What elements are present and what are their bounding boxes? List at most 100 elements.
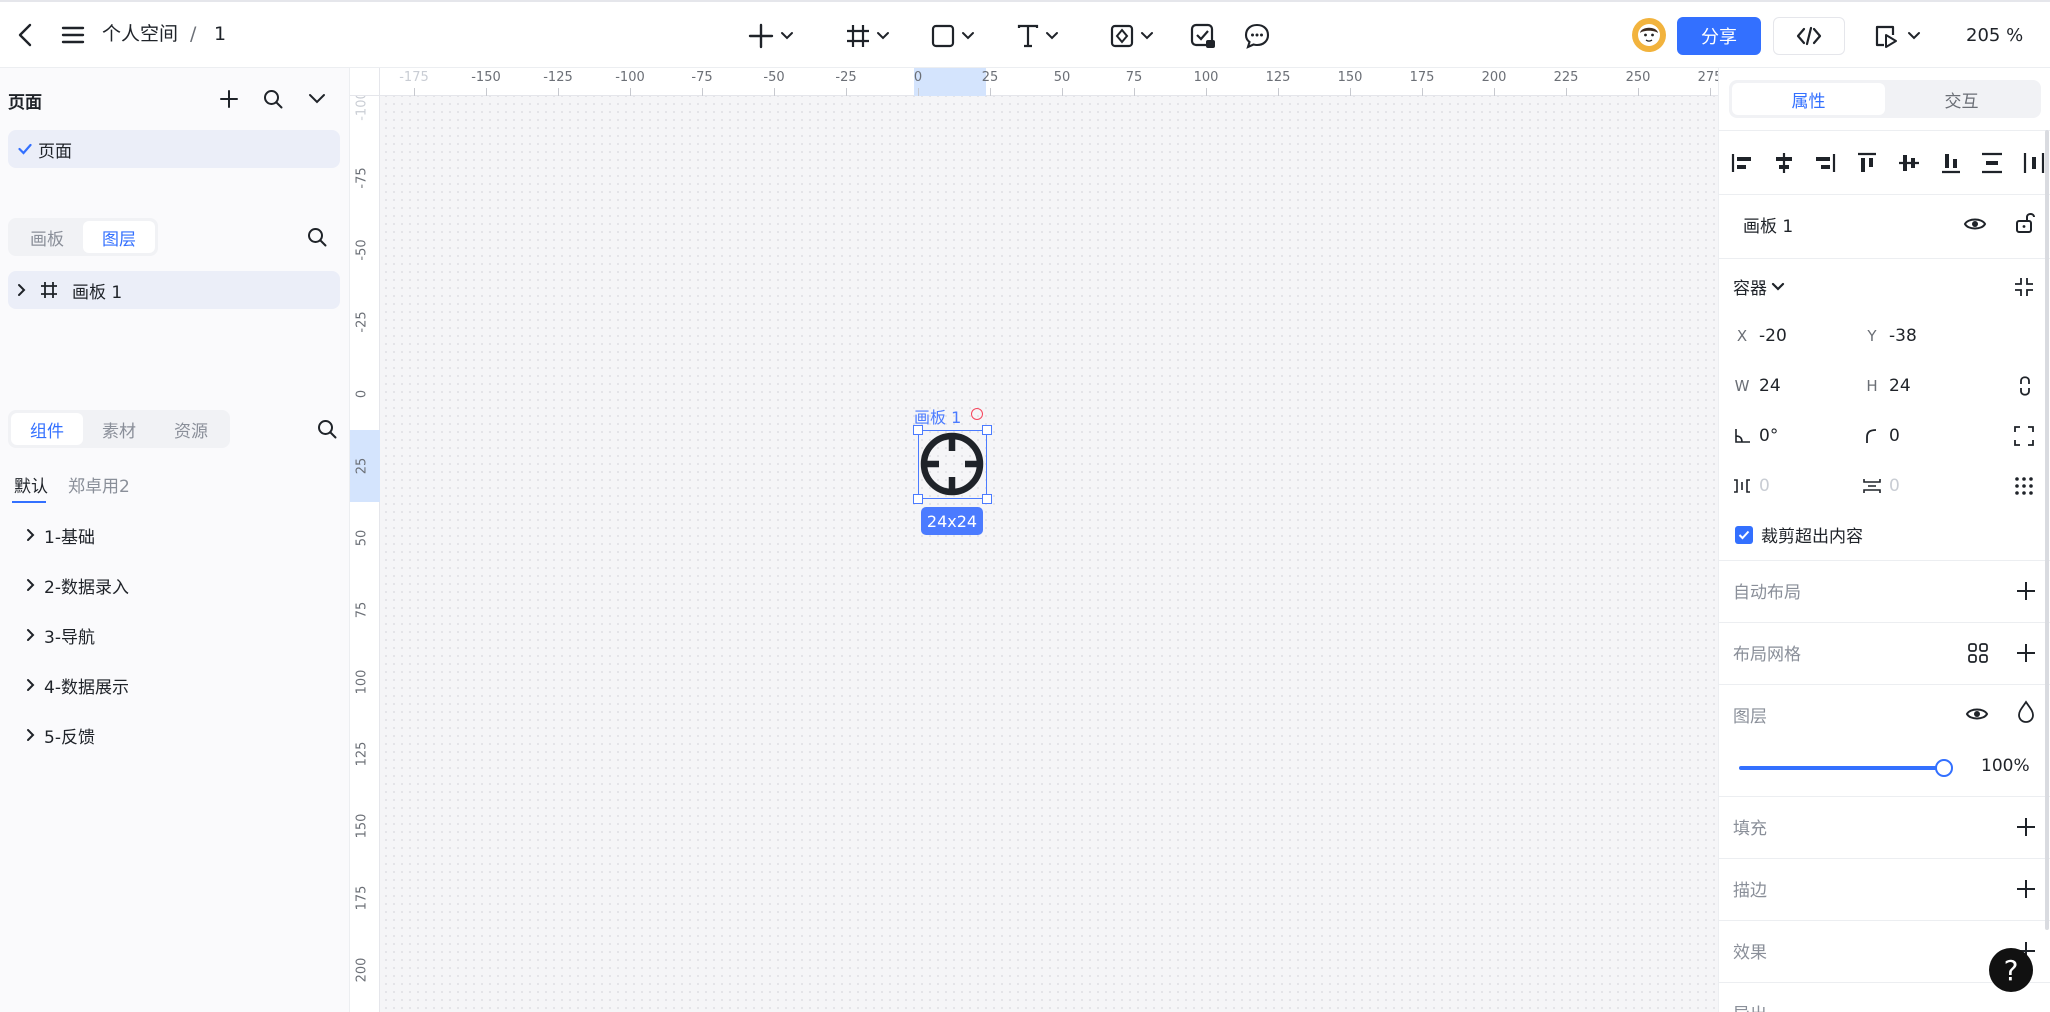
layer-row[interactable]: 画板 1	[8, 271, 340, 309]
align-center-h-icon[interactable]	[1771, 150, 1797, 176]
breadcrumb-file[interactable]: 1	[214, 20, 226, 48]
divider	[1719, 684, 2050, 685]
gap-horizontal-field[interactable]: 0	[1731, 468, 1851, 504]
add-stroke-icon[interactable]	[2015, 878, 2037, 900]
add-auto-layout-icon[interactable]	[2015, 580, 2037, 602]
grid-dots-icon[interactable]	[2013, 475, 2035, 497]
menu-icon[interactable]	[58, 20, 88, 50]
breadcrumb-space[interactable]: 个人空间	[102, 20, 178, 48]
text-tool[interactable]	[1010, 19, 1066, 53]
ruler-x-label: -50	[763, 70, 785, 85]
y-field[interactable]: Y -38	[1861, 318, 1981, 354]
ruler-x-tick	[918, 88, 919, 96]
collapse-icon[interactable]	[2013, 276, 2035, 298]
auto-layout-label: 自动布局	[1733, 583, 1801, 603]
visibility-icon[interactable]	[1965, 702, 1989, 726]
tab-interaction[interactable]: 交互	[1885, 83, 2038, 115]
align-bottom-icon[interactable]	[1938, 150, 1964, 176]
resize-handle[interactable]	[913, 494, 923, 504]
opacity-slider[interactable]	[1739, 759, 1953, 777]
gap-vertical-icon	[1863, 479, 1881, 493]
opacity-slider-thumb[interactable]	[1935, 759, 1953, 777]
ruler-y-label: -25	[354, 311, 370, 333]
tab-resources[interactable]: 资源	[155, 413, 227, 445]
tab-components[interactable]: 组件	[11, 413, 83, 445]
divider	[1719, 796, 2050, 797]
distribute-horizontal-icon[interactable]	[2021, 150, 2047, 176]
component-tool[interactable]	[1104, 19, 1160, 53]
rotation-icon	[1735, 429, 1750, 443]
ruler-x-label: 100	[1193, 70, 1219, 85]
share-button[interactable]: 分享	[1677, 17, 1761, 55]
distribute-vertical-icon[interactable]	[1979, 150, 2005, 176]
artboard-selection[interactable]	[913, 425, 992, 504]
x-field[interactable]: X -20	[1731, 318, 1851, 354]
avatar[interactable]	[1632, 18, 1666, 52]
ruler-y-label: 50	[354, 529, 370, 547]
ruler-x-label: 250	[1625, 70, 1651, 85]
ruler-x-tick	[1494, 88, 1495, 96]
resize-handle[interactable]	[913, 425, 923, 435]
align-right-icon[interactable]	[1812, 150, 1838, 176]
tab-properties[interactable]: 属性	[1732, 83, 1885, 115]
align-left-icon[interactable]	[1729, 150, 1755, 176]
tab-layers[interactable]: 图层	[83, 221, 155, 253]
insert-tool[interactable]	[743, 19, 799, 53]
search-assets-button[interactable]	[314, 416, 340, 442]
search-layers-button[interactable]	[304, 224, 330, 250]
collapse-pages-button[interactable]	[304, 86, 330, 112]
grid-styles-icon[interactable]	[1967, 642, 1989, 664]
canvas[interactable]: -175 -150 -125 -100 -75 -50 -25 0 25 50 75 100 125 15…	[350, 68, 1718, 1012]
page-item[interactable]: 页面	[8, 130, 340, 168]
category-item[interactable]: 4-数据展示	[26, 670, 129, 700]
layer-row-label: 画板 1	[72, 282, 123, 303]
blend-mode-icon[interactable]	[2015, 700, 2037, 724]
pages-title: 页面	[8, 93, 42, 113]
lib-tab-default[interactable]: 默认	[14, 472, 48, 497]
visibility-icon[interactable]	[1963, 212, 1987, 236]
category-item[interactable]: 1-基础	[26, 520, 95, 550]
tab-artboards[interactable]: 画板	[11, 221, 83, 253]
w-field[interactable]: W 24	[1731, 368, 1851, 404]
zoom-level[interactable]: 205 %	[1966, 22, 2023, 50]
tab-materials[interactable]: 素材	[83, 413, 155, 445]
comment-tool[interactable]	[1240, 19, 1274, 53]
opacity-value[interactable]: 100%	[1981, 756, 2030, 776]
frame-tool[interactable]	[840, 19, 896, 53]
align-center-v-icon[interactable]	[1896, 150, 1922, 176]
category-item[interactable]: 2-数据录入	[26, 570, 129, 600]
add-layout-grid-icon[interactable]	[2015, 642, 2037, 664]
help-button[interactable]: ?	[1989, 948, 2033, 992]
dev-mode-button[interactable]	[1773, 17, 1845, 55]
gap-horizontal-value: 0	[1759, 476, 1770, 496]
size-badge: 24x24	[921, 507, 983, 535]
add-fill-icon[interactable]	[2015, 816, 2037, 838]
container-dropdown[interactable]: 容器	[1733, 274, 1785, 299]
gap-vertical-field[interactable]: 0	[1861, 468, 1981, 504]
shape-tool[interactable]	[925, 19, 981, 53]
add-page-button[interactable]	[216, 86, 242, 112]
ruler-selection-highlight	[914, 68, 986, 96]
rotation-field[interactable]: 0°	[1731, 418, 1851, 454]
scrollbar[interactable]	[2045, 130, 2049, 930]
preview-button[interactable]	[1868, 19, 1926, 53]
constrain-proportions-icon[interactable]	[2015, 374, 2035, 398]
layer-name-field[interactable]: 画板 1	[1731, 206, 1951, 242]
category-item[interactable]: 5-反馈	[26, 720, 95, 750]
clip-content-checkbox[interactable]: 裁剪超出内容	[1735, 522, 1863, 547]
chevron-right-icon[interactable]	[16, 283, 28, 297]
ruler-x-label: 200	[1481, 70, 1507, 85]
resize-handle[interactable]	[982, 425, 992, 435]
radius-field[interactable]: 0	[1861, 418, 1981, 454]
back-icon[interactable]	[10, 18, 40, 52]
category-item[interactable]: 3-导航	[26, 620, 95, 650]
align-top-icon[interactable]	[1854, 150, 1880, 176]
check-tool[interactable]	[1186, 19, 1220, 53]
ruler-horizontal: -175 -150 -125 -100 -75 -50 -25 0 25 50 75 100 125 15…	[350, 68, 1718, 96]
search-pages-button[interactable]	[260, 86, 286, 112]
unlock-icon[interactable]	[2013, 210, 2037, 234]
resize-handle[interactable]	[982, 494, 992, 504]
independent-corners-icon[interactable]	[2013, 425, 2035, 447]
lib-tab-custom[interactable]: 郑卓用2	[68, 472, 130, 497]
h-field[interactable]: H 24	[1861, 368, 1981, 404]
